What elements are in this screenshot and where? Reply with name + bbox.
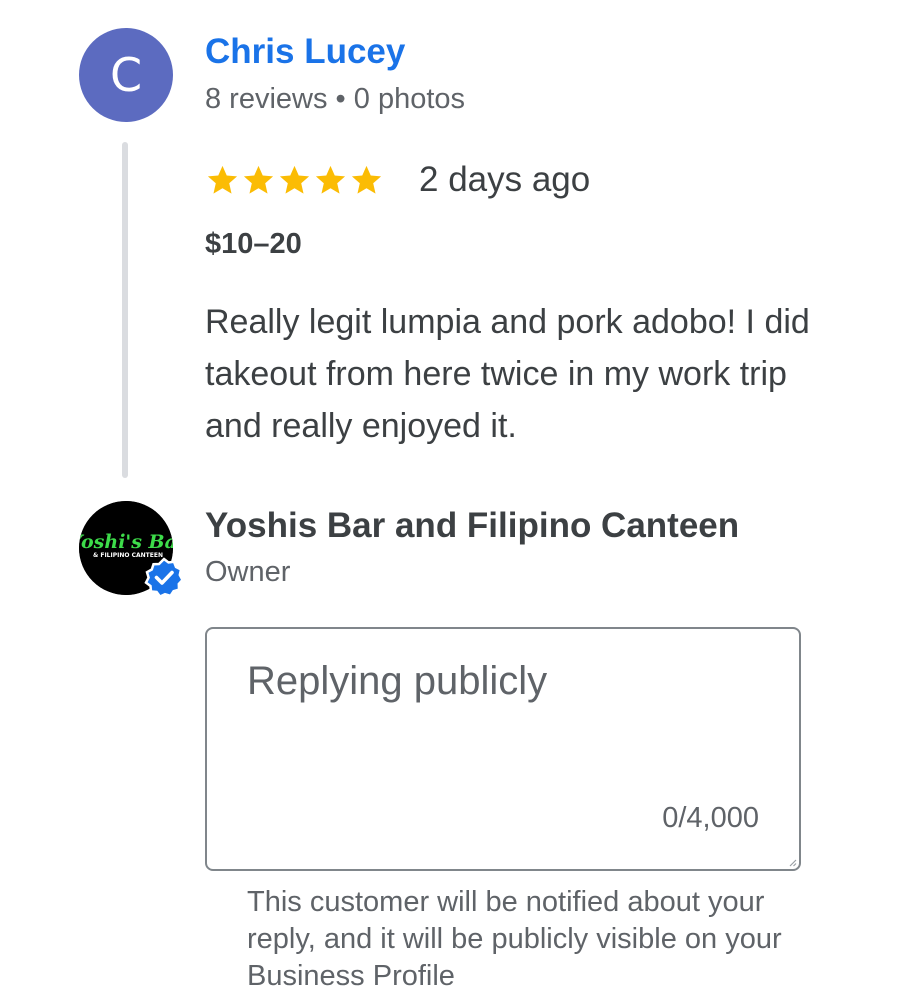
star-icon <box>349 163 384 198</box>
thread-connector-line <box>122 142 128 478</box>
reply-textarea-container[interactable]: 0/4,000 <box>205 627 801 871</box>
review-date: 2 days ago <box>419 160 591 199</box>
svg-text:Yoshi's Bar: Yoshi's Bar <box>79 531 173 553</box>
reviewer-avatar[interactable]: C <box>79 28 173 122</box>
star-rating <box>205 163 384 198</box>
resize-handle-icon[interactable] <box>789 859 797 867</box>
owner-role-label: Owner <box>205 556 291 588</box>
review-text: Really legit lumpia and pork adobo! I di… <box>205 303 810 445</box>
reviewer-stats: 8 reviews • 0 photos <box>205 83 466 115</box>
owner-business-name: Yoshis Bar and Filipino Canteen <box>205 506 740 545</box>
star-icon <box>241 163 276 198</box>
price-range: $10–20 <box>205 228 302 260</box>
star-icon <box>313 163 348 198</box>
verified-check-icon <box>144 557 184 597</box>
reply-visibility-notice: This customer will be notified about you… <box>247 886 782 992</box>
reviewer-name-link[interactable]: Chris Lucey <box>205 32 405 72</box>
reply-input[interactable] <box>247 659 767 779</box>
avatar-letter: C <box>109 48 143 102</box>
character-counter: 0/4,000 <box>662 802 759 834</box>
rating-row: 2 days ago <box>205 158 590 202</box>
star-icon <box>277 163 312 198</box>
star-icon <box>205 163 240 198</box>
